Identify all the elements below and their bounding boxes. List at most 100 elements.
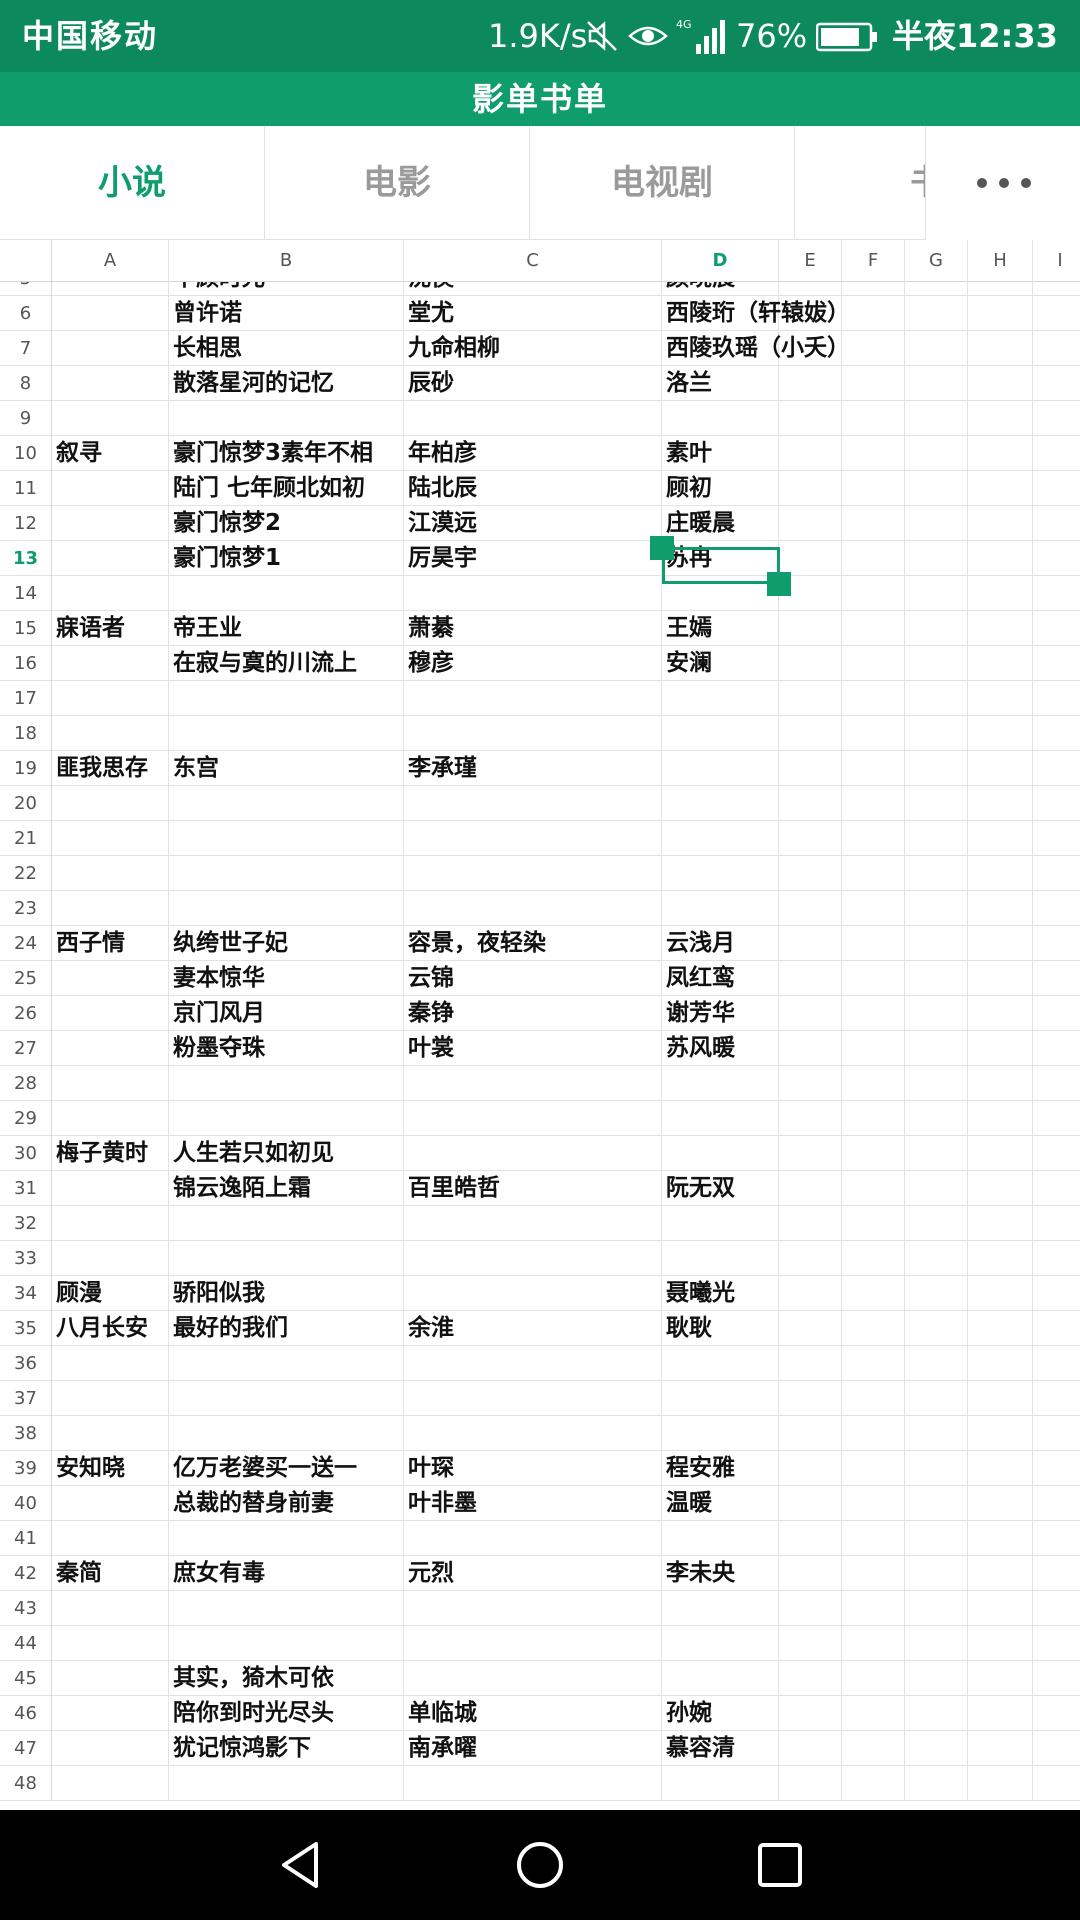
cell-b12[interactable]: 豪门惊梦2	[169, 506, 404, 541]
cell-c47[interactable]: 南承曜	[404, 1731, 662, 1766]
cell-g5[interactable]	[905, 282, 968, 296]
cell-e45[interactable]	[779, 1661, 842, 1696]
cell-i23[interactable]	[1033, 891, 1080, 926]
cell-g16[interactable]	[905, 646, 968, 681]
cell-i39[interactable]	[1033, 1451, 1080, 1486]
column-header-g[interactable]: G	[905, 240, 968, 282]
cell-h45[interactable]	[968, 1661, 1033, 1696]
cell-c39[interactable]: 叶琛	[404, 1451, 662, 1486]
cell-h46[interactable]	[968, 1696, 1033, 1731]
cell-e33[interactable]	[779, 1241, 842, 1276]
cell-a16[interactable]	[52, 646, 169, 681]
cell-i44[interactable]	[1033, 1626, 1080, 1661]
cell-c35[interactable]: 余淮	[404, 1311, 662, 1346]
cell-f37[interactable]	[842, 1381, 905, 1416]
cell-e20[interactable]	[779, 786, 842, 821]
cell-d48[interactable]	[662, 1766, 779, 1801]
row-number[interactable]: 18	[0, 716, 52, 751]
cell-i21[interactable]	[1033, 821, 1080, 856]
cell-e16[interactable]	[779, 646, 842, 681]
cell-a6[interactable]	[52, 296, 169, 331]
cell-b48[interactable]	[169, 1766, 404, 1801]
cell-d22[interactable]	[662, 856, 779, 891]
cell-a32[interactable]	[52, 1206, 169, 1241]
cell-c17[interactable]	[404, 681, 662, 716]
cell-i25[interactable]	[1033, 961, 1080, 996]
row-number[interactable]: 19	[0, 751, 52, 786]
cell-a7[interactable]	[52, 331, 169, 366]
cell-f47[interactable]	[842, 1731, 905, 1766]
cell-h26[interactable]	[968, 996, 1033, 1031]
cell-f33[interactable]	[842, 1241, 905, 1276]
row-number[interactable]: 20	[0, 786, 52, 821]
cell-i41[interactable]	[1033, 1521, 1080, 1556]
cell-e17[interactable]	[779, 681, 842, 716]
cell-b33[interactable]	[169, 1241, 404, 1276]
cell-h14[interactable]	[968, 576, 1033, 611]
cell-c38[interactable]	[404, 1416, 662, 1451]
cell-e15[interactable]	[779, 611, 842, 646]
cell-a19[interactable]: 匪我思存	[52, 751, 169, 786]
row-number[interactable]: 23	[0, 891, 52, 926]
cell-i11[interactable]	[1033, 471, 1080, 506]
row-number[interactable]: 17	[0, 681, 52, 716]
cell-a17[interactable]	[52, 681, 169, 716]
cell-i12[interactable]	[1033, 506, 1080, 541]
cell-d12[interactable]: 庄暖晨	[662, 506, 779, 541]
cell-h34[interactable]	[968, 1276, 1033, 1311]
row-number[interactable]: 15	[0, 611, 52, 646]
cell-h15[interactable]	[968, 611, 1033, 646]
cell-f10[interactable]	[842, 436, 905, 471]
cell-g23[interactable]	[905, 891, 968, 926]
cell-d27[interactable]: 苏风暖	[662, 1031, 779, 1066]
cell-b28[interactable]	[169, 1066, 404, 1101]
cell-g13[interactable]	[905, 541, 968, 576]
cell-f25[interactable]	[842, 961, 905, 996]
cell-f43[interactable]	[842, 1591, 905, 1626]
tab-tv-series[interactable]: 电视剧	[530, 126, 795, 240]
column-header-f[interactable]: F	[842, 240, 905, 282]
cell-i36[interactable]	[1033, 1346, 1080, 1381]
cell-b11[interactable]: 陆门 七年顾北如初	[169, 471, 404, 506]
cell-e13[interactable]	[779, 541, 842, 576]
tab-movies[interactable]: 电影	[265, 126, 530, 240]
cell-e19[interactable]	[779, 751, 842, 786]
cell-c41[interactable]	[404, 1521, 662, 1556]
cell-d15[interactable]: 王嫣	[662, 611, 779, 646]
cell-c20[interactable]	[404, 786, 662, 821]
cell-a31[interactable]	[52, 1171, 169, 1206]
cell-i6[interactable]	[1033, 296, 1080, 331]
cell-h43[interactable]	[968, 1591, 1033, 1626]
row-number[interactable]: 14	[0, 576, 52, 611]
cell-b45[interactable]: 其实，猗木可依	[169, 1661, 404, 1696]
cell-b8[interactable]: 散落星河的记忆	[169, 366, 404, 401]
cell-a13[interactable]	[52, 541, 169, 576]
cell-i20[interactable]	[1033, 786, 1080, 821]
cell-f39[interactable]	[842, 1451, 905, 1486]
cell-c23[interactable]	[404, 891, 662, 926]
cell-g20[interactable]	[905, 786, 968, 821]
cell-g32[interactable]	[905, 1206, 968, 1241]
cell-g18[interactable]	[905, 716, 968, 751]
cell-e36[interactable]	[779, 1346, 842, 1381]
cell-g34[interactable]	[905, 1276, 968, 1311]
row-number[interactable]: 29	[0, 1101, 52, 1136]
cell-e35[interactable]	[779, 1311, 842, 1346]
cell-h40[interactable]	[968, 1486, 1033, 1521]
cell-e41[interactable]	[779, 1521, 842, 1556]
cell-c45[interactable]	[404, 1661, 662, 1696]
cell-c11[interactable]: 陆北辰	[404, 471, 662, 506]
cell-g19[interactable]	[905, 751, 968, 786]
cell-e29[interactable]	[779, 1101, 842, 1136]
cell-f24[interactable]	[842, 926, 905, 961]
cell-f26[interactable]	[842, 996, 905, 1031]
cell-e37[interactable]	[779, 1381, 842, 1416]
cell-b13[interactable]: 豪门惊梦1	[169, 541, 404, 576]
cell-a44[interactable]	[52, 1626, 169, 1661]
cell-b30[interactable]: 人生若只如初见	[169, 1136, 404, 1171]
cell-b21[interactable]	[169, 821, 404, 856]
cell-c12[interactable]: 江漠远	[404, 506, 662, 541]
cell-a9[interactable]	[52, 401, 169, 436]
row-number[interactable]: 24	[0, 926, 52, 961]
cell-f31[interactable]	[842, 1171, 905, 1206]
